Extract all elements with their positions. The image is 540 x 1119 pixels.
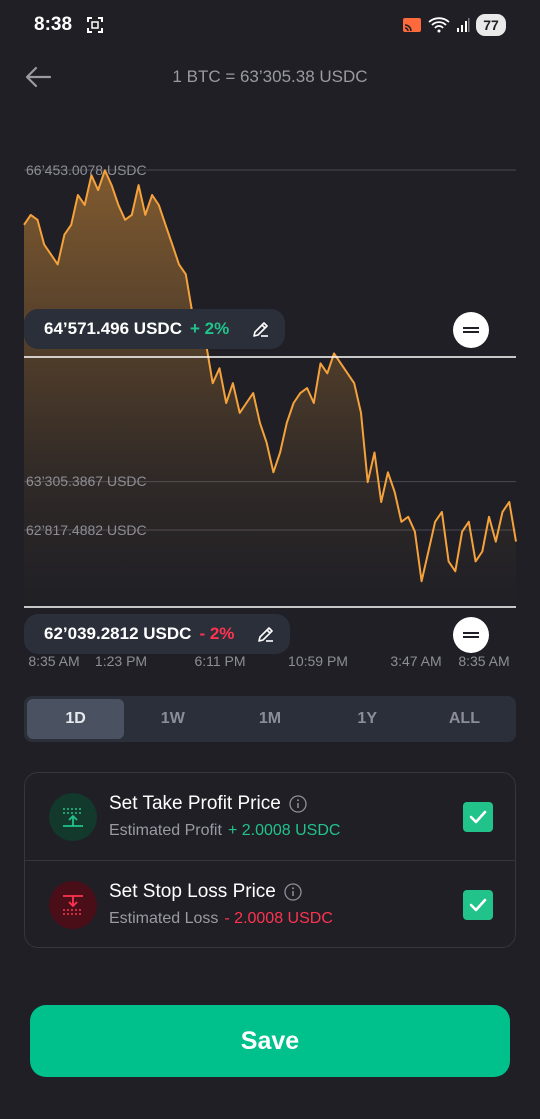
x-label: 6:11 PM	[194, 653, 246, 669]
stop-loss-option[interactable]: Set Stop Loss Price Estimated Loss - 2.00…	[25, 861, 515, 949]
y-label-low: 62’817.4882 USDC	[26, 522, 147, 538]
estimated-profit-value: + 2.0008 USDC	[227, 822, 341, 839]
header: 1 BTC = 63’305.38 USDC	[0, 55, 540, 101]
tab-1w[interactable]: 1W	[124, 699, 221, 739]
y-label-mid: 63’305.3867 USDC	[26, 473, 147, 489]
stop-loss-drag-handle[interactable]	[453, 617, 489, 653]
take-profit-price: 64’571.496 USDC	[44, 319, 182, 338]
order-options-card: Set Take Profit Price Estimated Profit + …	[24, 772, 516, 948]
price-chart: 66’453.0078 USDC 63’305.3867 USDC 62’817…	[0, 140, 540, 680]
screenshot-icon	[87, 17, 103, 33]
y-label-high: 66’453.0078 USDC	[26, 162, 147, 178]
info-icon[interactable]	[284, 883, 302, 901]
estimated-profit-label: Estimated Profit	[109, 822, 222, 839]
tab-all[interactable]: ALL	[416, 699, 513, 739]
status-bar: 8:38 77	[0, 0, 540, 52]
x-axis-labels: 8:35 AM 1:23 PM 6:11 PM 10:59 PM 3:47 AM…	[24, 653, 516, 671]
edit-icon[interactable]	[251, 319, 271, 339]
take-profit-checkbox[interactable]	[463, 802, 493, 832]
stop-loss-tag[interactable]: 62’039.2812 USDC - 2%	[24, 614, 291, 654]
x-label: 8:35 AM	[458, 653, 510, 669]
cast-icon	[403, 18, 421, 32]
battery-indicator: 77	[476, 14, 506, 36]
estimated-loss: Estimated Loss - 2.0008 USDC	[109, 910, 333, 928]
status-time: 8:38	[34, 14, 73, 35]
take-profit-tag[interactable]: 64’571.496 USDC + 2%	[24, 309, 286, 349]
x-label: 1:23 PM	[94, 653, 148, 669]
checkmark-icon	[469, 810, 487, 824]
take-profit-option[interactable]: Set Take Profit Price Estimated Profit + …	[25, 773, 515, 861]
tab-1d[interactable]: 1D	[27, 699, 125, 739]
wifi-icon	[428, 17, 450, 33]
take-profit-drag-handle[interactable]	[453, 312, 489, 348]
x-label: 3:47 AM	[390, 653, 442, 669]
price-chart-svg: 66’453.0078 USDC 63’305.3867 USDC 62’817…	[23, 162, 517, 608]
estimated-profit: Estimated Profit + 2.0008 USDC	[109, 822, 340, 840]
stop-loss-checkbox[interactable]	[463, 890, 493, 920]
estimated-loss-label: Estimated Loss	[109, 910, 219, 927]
take-profit-title: Set Take Profit Price	[109, 793, 281, 814]
time-range-tabs: 1D 1W 1M 1Y ALL	[24, 696, 516, 742]
stop-loss-title: Set Stop Loss Price	[109, 881, 276, 902]
tab-1m[interactable]: 1M	[221, 699, 318, 739]
x-label: 8:35 AM	[28, 653, 80, 669]
estimated-loss-value: - 2.0008 USDC	[224, 910, 333, 927]
price-area	[24, 170, 516, 608]
exchange-rate-title: 1 BTC = 63’305.38 USDC	[172, 67, 368, 86]
signal-icon	[457, 18, 470, 32]
stop-loss-title-row: Set Stop Loss Price	[109, 881, 302, 903]
info-icon[interactable]	[289, 795, 307, 813]
take-profit-icon	[49, 793, 97, 841]
edit-icon[interactable]	[256, 624, 276, 644]
tab-1y[interactable]: 1Y	[319, 699, 416, 739]
status-icons: 77	[402, 14, 506, 36]
x-label: 10:59 PM	[288, 653, 348, 669]
stop-loss-price: 62’039.2812 USDC	[44, 624, 192, 643]
stop-loss-icon	[49, 881, 97, 929]
take-profit-title-row: Set Take Profit Price	[109, 793, 307, 815]
take-profit-percent: + 2%	[189, 319, 230, 338]
stop-loss-percent: - 2%	[199, 624, 235, 643]
save-button[interactable]: Save	[30, 1005, 510, 1077]
checkmark-icon	[469, 898, 487, 912]
